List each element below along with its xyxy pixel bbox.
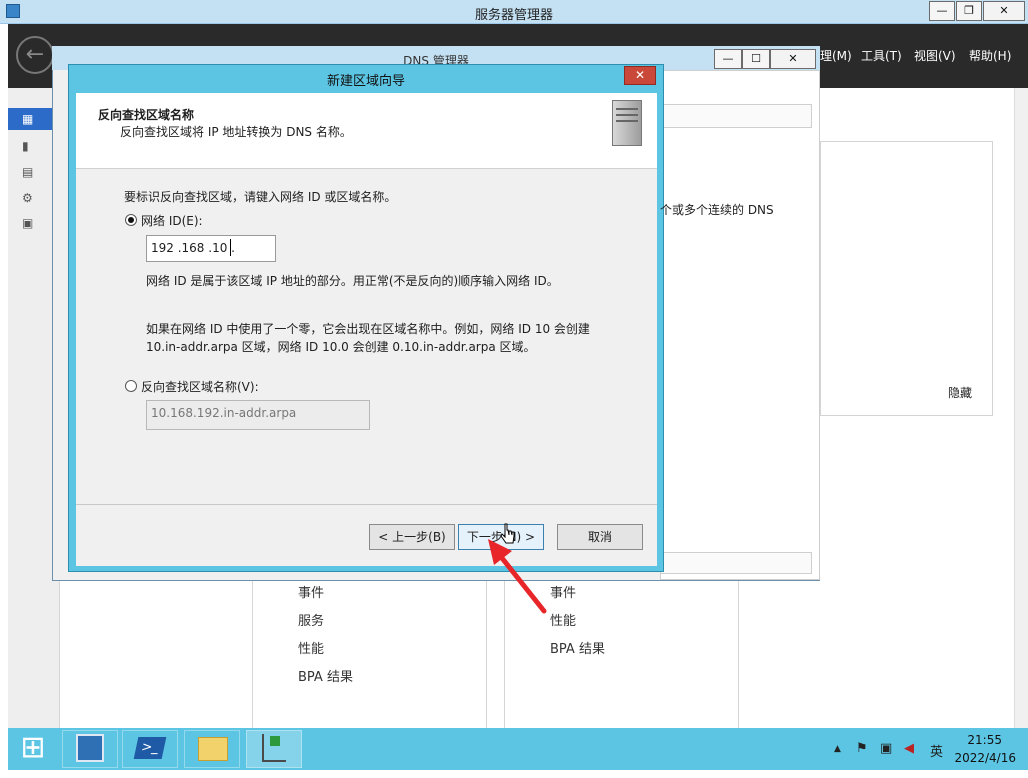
zone-name-input[interactable]: 10.168.192.in-addr.arpa [146, 400, 370, 430]
zero-note-line1: 如果在网络 ID 中使用了一个零，它会出现在区域名称中。例如，网络 ID 10 … [146, 322, 590, 336]
local-server-icon[interactable]: ▮ [22, 139, 36, 153]
dns-tab-strip [660, 104, 812, 128]
dashboard-icon[interactable]: ▦ [22, 112, 36, 126]
close-button[interactable]: ✕ [983, 1, 1025, 21]
folder-icon [198, 737, 228, 761]
server-icon-slot [616, 114, 638, 116]
minimize-button[interactable]: — [929, 1, 955, 21]
back-arrow-icon[interactable]: ← [16, 36, 54, 74]
menu-view[interactable]: 视图(V) [914, 47, 956, 64]
network-id-label[interactable]: 网络 ID(E): [141, 212, 203, 229]
start-button[interactable]: ⊞ [16, 731, 50, 765]
dns-close-button[interactable]: ✕ [770, 49, 816, 69]
text-cursor [230, 239, 231, 256]
volume-muted-icon[interactable]: ◀ [904, 741, 914, 756]
wizard-title: 新建区域向导 [326, 74, 405, 89]
server-manager-title: 服务器管理器 [474, 8, 553, 23]
list-item[interactable]: BPA 结果 [298, 666, 353, 685]
zone-name-radio[interactable] [125, 380, 137, 392]
powershell-icon: >_ [133, 737, 167, 759]
hide-link[interactable]: 隐藏 [948, 384, 972, 401]
back-button[interactable]: < 上一步(B) [369, 524, 455, 550]
main-scrollbar[interactable] [1014, 88, 1028, 728]
column-divider [738, 580, 739, 730]
wizard-close-button[interactable]: ✕ [624, 66, 656, 85]
server-icon-slot [616, 120, 638, 122]
all-servers-icon[interactable]: ▤ [22, 165, 36, 179]
action-center-flag-icon[interactable]: ⚑ [856, 741, 868, 756]
list-item[interactable]: 性能 [298, 638, 324, 657]
zone-name-label[interactable]: 反向查找区域名称(V): [141, 378, 259, 395]
clock-time[interactable]: 21:55 [952, 733, 1002, 747]
column-divider [252, 580, 253, 730]
menu-manage[interactable]: 理(M) [820, 47, 852, 64]
clock-date[interactable]: 2022/4/16 [940, 751, 1016, 765]
list-item[interactable]: 事件 [550, 582, 576, 601]
server-icon [612, 100, 642, 146]
zero-note-line2: 10.in-addr.arpa 区域，网络 ID 10.0 会创建 0.10.i… [146, 340, 536, 354]
dashboard-tile-text: 个或多个连续的 DNS [660, 203, 774, 217]
server-manager-icon [76, 734, 104, 762]
dns-status-bar [660, 552, 812, 574]
server-icon-slot [616, 108, 638, 110]
list-item[interactable]: 服务 [298, 610, 324, 629]
list-item[interactable]: 事件 [298, 582, 324, 601]
restore-button[interactable]: ❐ [956, 1, 982, 21]
wizard-instruction: 要标识反向查找区域，请键入网络 ID 或区域名称。 [124, 190, 397, 204]
tray-overflow-chevron-icon[interactable]: ▲ [834, 744, 841, 754]
network-id-radio[interactable] [125, 214, 137, 226]
dns-manager-content [660, 70, 820, 580]
annotation-arrow-icon [488, 539, 547, 614]
list-item[interactable]: BPA 结果 [550, 638, 605, 657]
wizard-heading: 反向查找区域名称 [98, 108, 195, 122]
dns-maximize-button[interactable]: ☐ [742, 49, 770, 69]
wizard-separator [76, 504, 657, 505]
network-icon[interactable]: ▣ [880, 741, 892, 756]
menu-tools[interactable]: 工具(T) [861, 47, 902, 64]
wizard-subheading: 反向查找区域将 IP 地址转换为 DNS 名称。 [120, 125, 352, 139]
menu-help[interactable]: 帮助(H) [969, 47, 1011, 64]
cancel-button[interactable]: 取消 [557, 524, 643, 550]
list-item[interactable]: 性能 [550, 610, 576, 629]
file-services-icon[interactable]: ▣ [22, 216, 36, 230]
dashboard-tile [820, 141, 993, 416]
network-id-input[interactable]: 192 .168 .10 . [146, 235, 276, 262]
dns-network-icon [262, 734, 286, 762]
network-id-help: 网络 ID 是属于该区域 IP 地址的部分。用正常(不是反向的)顺序输入网络 I… [146, 274, 559, 288]
ad-ds-icon[interactable]: ⚙ [22, 191, 36, 205]
dns-minimize-button[interactable]: — [714, 49, 742, 69]
